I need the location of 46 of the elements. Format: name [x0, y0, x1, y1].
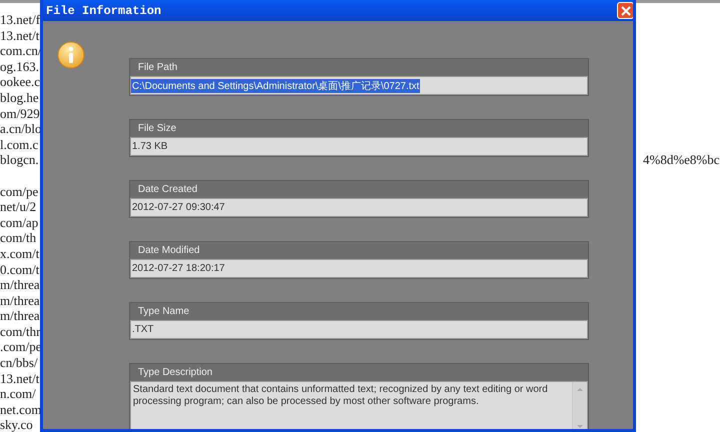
page-text: 13.net/t: [0, 370, 40, 386]
text-field[interactable]: 1.73 KB: [130, 137, 588, 156]
text-field[interactable]: C:\Documents and Settings\Administrator\桌面\推广记录\0727.txt: [130, 76, 588, 95]
field-label: Date Modified: [138, 245, 200, 256]
field-label: Type Description: [138, 367, 212, 378]
text-field[interactable]: 2012-07-27 18:20:17: [130, 259, 588, 278]
text-field[interactable]: .TXT: [130, 320, 588, 339]
page-text: blog.he: [0, 90, 40, 106]
page-text: sky.co: [0, 417, 34, 432]
scroll-up-icon[interactable]: [577, 388, 583, 391]
page-text: m/threa: [0, 277, 40, 293]
page-text: blogcn.: [0, 152, 40, 168]
page-text: com/th: [0, 230, 38, 246]
page-text: com/thr: [0, 324, 40, 340]
close-icon: [620, 6, 630, 16]
page-text: ookee.c: [0, 74, 40, 90]
page-text: .com/pe: [0, 339, 40, 356]
close-button[interactable]: [617, 2, 633, 19]
page-text: og.163.: [0, 58, 40, 74]
page-text: 13.net/f: [0, 12, 40, 28]
page-text: net.com: [0, 402, 40, 418]
window-title: File Information: [46, 4, 162, 18]
field-label: Date Created: [138, 184, 198, 195]
page-text: m/threa: [0, 292, 40, 308]
page-text: 4%8d%e8%bc: [643, 152, 720, 168]
text-field[interactable]: 2012-07-27 09:30:47: [130, 198, 588, 217]
page-text: n.com/: [0, 386, 37, 402]
page-text: com.cn/: [0, 43, 40, 59]
page-text: net/u/2: [0, 199, 38, 215]
page-text: m/threa: [0, 308, 40, 324]
page-text: a.cn/blo: [0, 121, 40, 137]
field-label: File Size: [138, 123, 176, 134]
field-label: Type Name: [138, 306, 190, 317]
scroll-down-icon[interactable]: [577, 425, 583, 428]
page-text: 13.net/t: [0, 28, 40, 44]
page-text: 0.com/t: [0, 262, 40, 278]
page-text: x.com/t: [0, 246, 40, 262]
page-text: om/929: [0, 106, 40, 122]
page-text: com/pe: [0, 184, 40, 200]
info-icon: [57, 41, 85, 69]
text-area[interactable]: Standard text document that contains unformatted text; recognized by any text editing or word processing program; can also be processed by most other software programs.: [130, 381, 588, 429]
scrollbar[interactable]: [572, 382, 587, 429]
page-text: l.com.c: [0, 136, 40, 152]
field-label: File Path: [138, 62, 178, 73]
page-text: cn/bbs/: [0, 355, 39, 371]
page-text: com/ap: [0, 214, 40, 230]
